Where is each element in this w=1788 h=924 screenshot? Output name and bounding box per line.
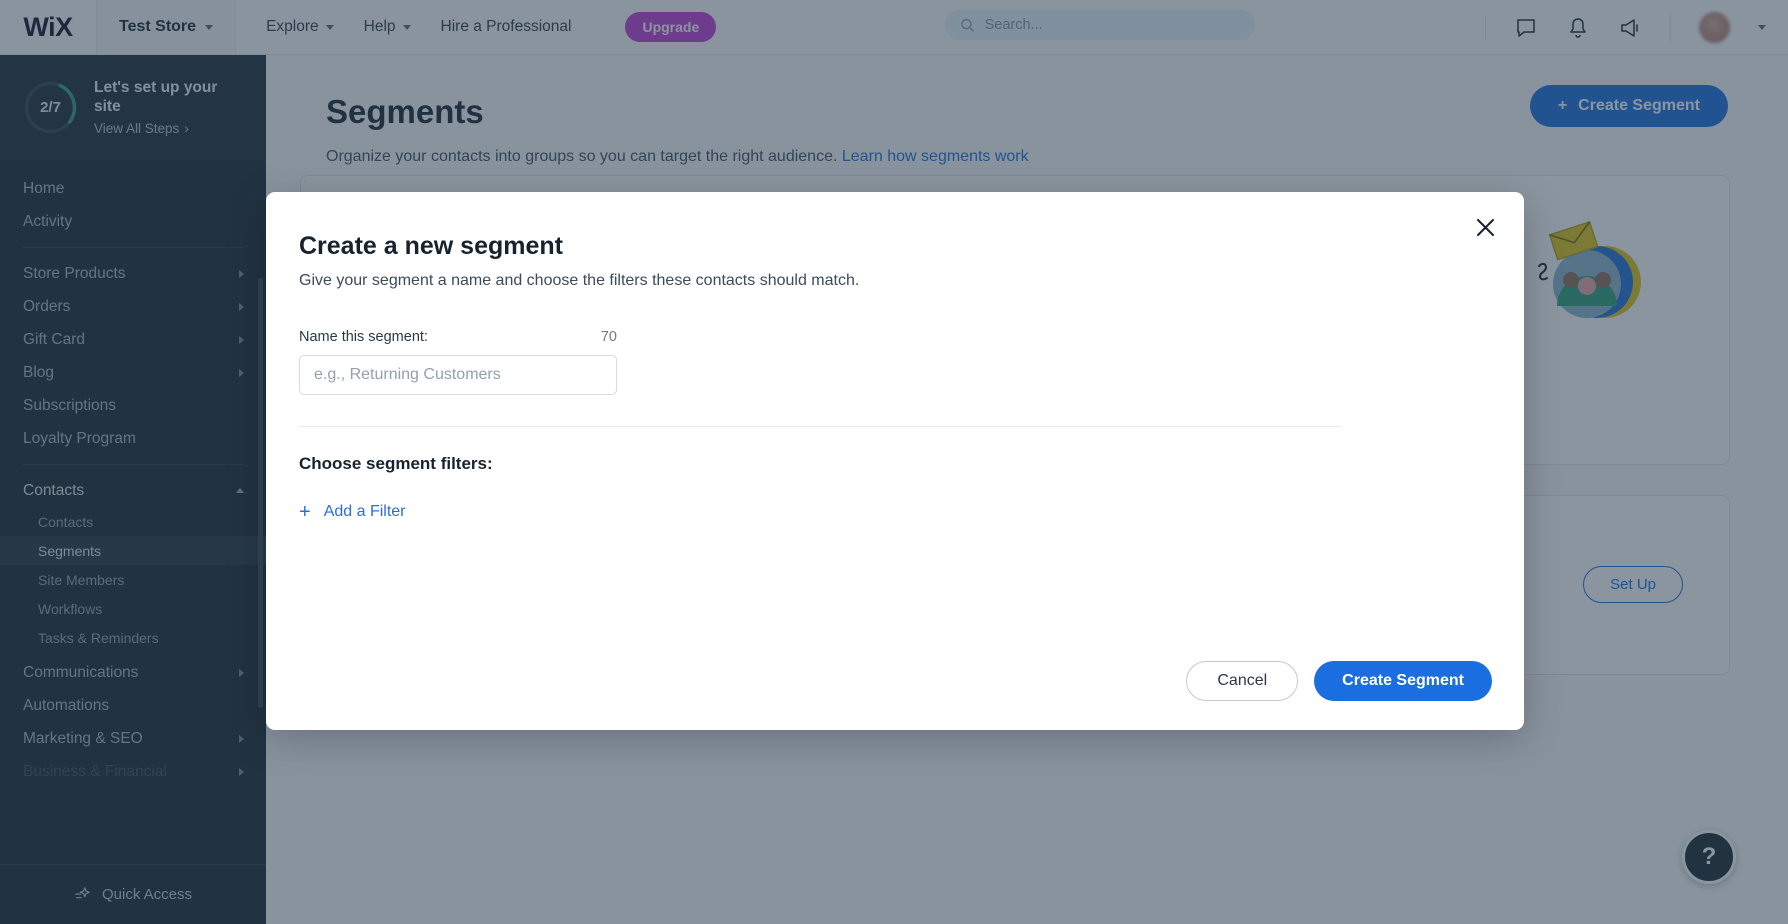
create-segment-modal: Create a new segment Give your segment a…: [266, 192, 1524, 730]
modal-divider: [299, 426, 1341, 427]
segment-name-input[interactable]: [299, 355, 617, 395]
close-icon[interactable]: [1472, 214, 1498, 240]
segment-name-label: Name this segment:: [299, 329, 428, 345]
cancel-button[interactable]: Cancel: [1186, 661, 1299, 701]
choose-filters-title: Choose segment filters:: [299, 454, 493, 473]
create-segment-submit-button[interactable]: Create Segment: [1314, 661, 1492, 701]
segment-name-field-group: Name this segment: 70: [299, 329, 617, 395]
add-filter-label: Add a Filter: [323, 503, 406, 520]
plus-icon: +: [299, 501, 311, 523]
segment-name-char-counter: 70: [600, 329, 617, 345]
modal-actions: Cancel Create Segment: [1186, 661, 1492, 701]
modal-subtitle: Give your segment a name and choose the …: [299, 272, 860, 289]
modal-title: Create a new segment: [299, 232, 563, 260]
add-filter-button[interactable]: + Add a Filter: [299, 502, 406, 522]
